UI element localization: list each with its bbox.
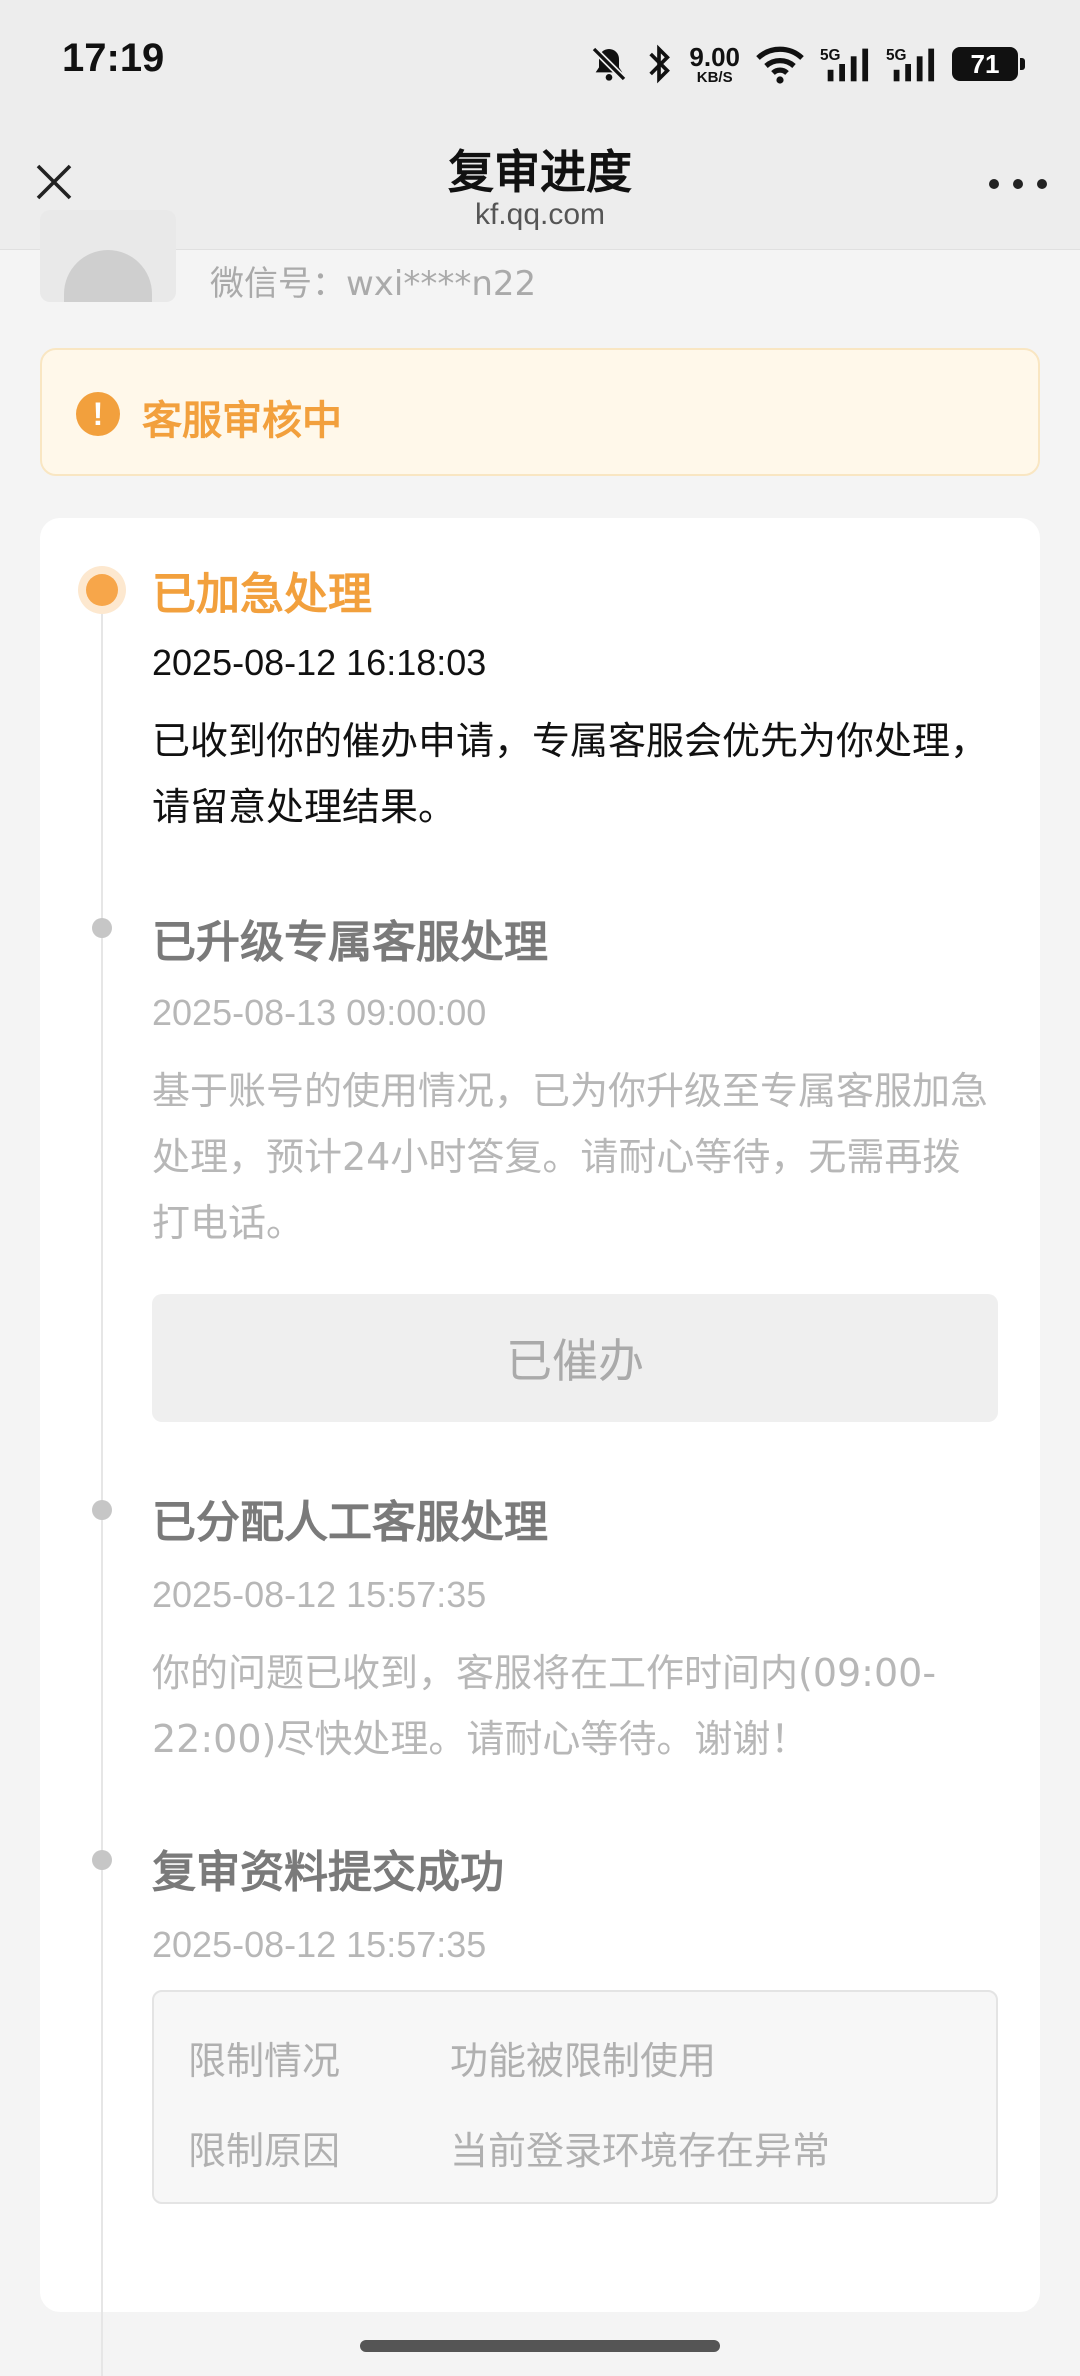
timeline-desc: 基于账号的使用情况，已为你升级至专属客服加急处理，预计24小时答复。请耐心等待，… — [152, 1069, 989, 1245]
timeline-time: 2025-08-12 15:57:35 — [152, 1574, 487, 1615]
urged-button[interactable]: 已催办 — [152, 1294, 998, 1422]
restriction-value: 当前登录环境存在异常 — [450, 2129, 831, 2173]
mute-bell-icon — [592, 46, 627, 82]
bluetooth-icon — [649, 44, 671, 84]
warning-icon: ! — [76, 392, 120, 436]
timeline-desc: 你的问题已收到，客服将在工作时间内(09:00-22:00)尽快处理。请耐心等待… — [152, 1651, 937, 1761]
timeline-title: 已升级专属客服处理 — [152, 917, 548, 968]
restriction-label: 限制原因 — [188, 2129, 341, 2173]
status-bar: 17:19 9.00 KB/S 5G 5G 71 — [0, 0, 1080, 128]
svg-text:5G: 5G — [820, 47, 841, 64]
timeline-time: 2025-08-12 15:57:35 — [152, 1924, 487, 1965]
speed-value: 9.00 — [689, 41, 740, 72]
timeline-title: 已分配人工客服处理 — [152, 1497, 548, 1548]
timeline-desc: 已收到你的催办申请，专属客服会优先为你处理，请留意处理结果。 — [152, 719, 989, 829]
restriction-value: 功能被限制使用 — [450, 2039, 717, 2083]
more-icon[interactable] — [986, 174, 1050, 194]
network-speed: 9.00 KB/S — [689, 44, 740, 85]
home-indicator[interactable] — [360, 2340, 720, 2352]
battery-indicator: 71 — [952, 47, 1025, 81]
avatar — [40, 210, 176, 302]
svg-text:5G: 5G — [886, 47, 907, 64]
restriction-label: 限制情况 — [188, 2039, 341, 2083]
status-time: 17:19 — [62, 36, 165, 80]
signal-5g-icon: 5G — [820, 47, 869, 82]
review-status-text: 客服审核中 — [142, 398, 342, 444]
timeline-dot — [92, 1500, 112, 1520]
review-status-banner: ! 客服审核中 — [40, 348, 1040, 476]
timeline-dot-active — [86, 574, 118, 606]
timeline-title: 复审资料提交成功 — [152, 1847, 504, 1898]
timeline-title: 已加急处理 — [152, 569, 372, 620]
restriction-details: 限制情况 功能被限制使用 限制原因 当前登录环境存在异常 — [152, 1990, 998, 2204]
wechat-id: 微信号：wxi****n22 — [210, 264, 537, 304]
timeline-time: 2025-08-12 16:18:03 — [152, 642, 487, 683]
speed-unit: KB/S — [696, 68, 733, 86]
timeline-line — [101, 588, 103, 2376]
timeline-dot — [92, 918, 112, 938]
timeline-dot — [92, 1850, 112, 1870]
account-info: 微信号：wxi****n22 — [40, 210, 1040, 310]
timeline-time: 2025-08-13 09:00:00 — [152, 992, 487, 1033]
progress-timeline: 已加急处理 2025-08-12 16:18:03 已收到你的催办申请，专属客服… — [40, 518, 1040, 2376]
signal-5g-icon: 5G — [886, 47, 935, 82]
status-icons: 9.00 KB/S 5G 5G 71 — [589, 40, 1025, 88]
page-title: 复审进度 — [448, 145, 632, 199]
wifi-icon — [756, 46, 804, 84]
